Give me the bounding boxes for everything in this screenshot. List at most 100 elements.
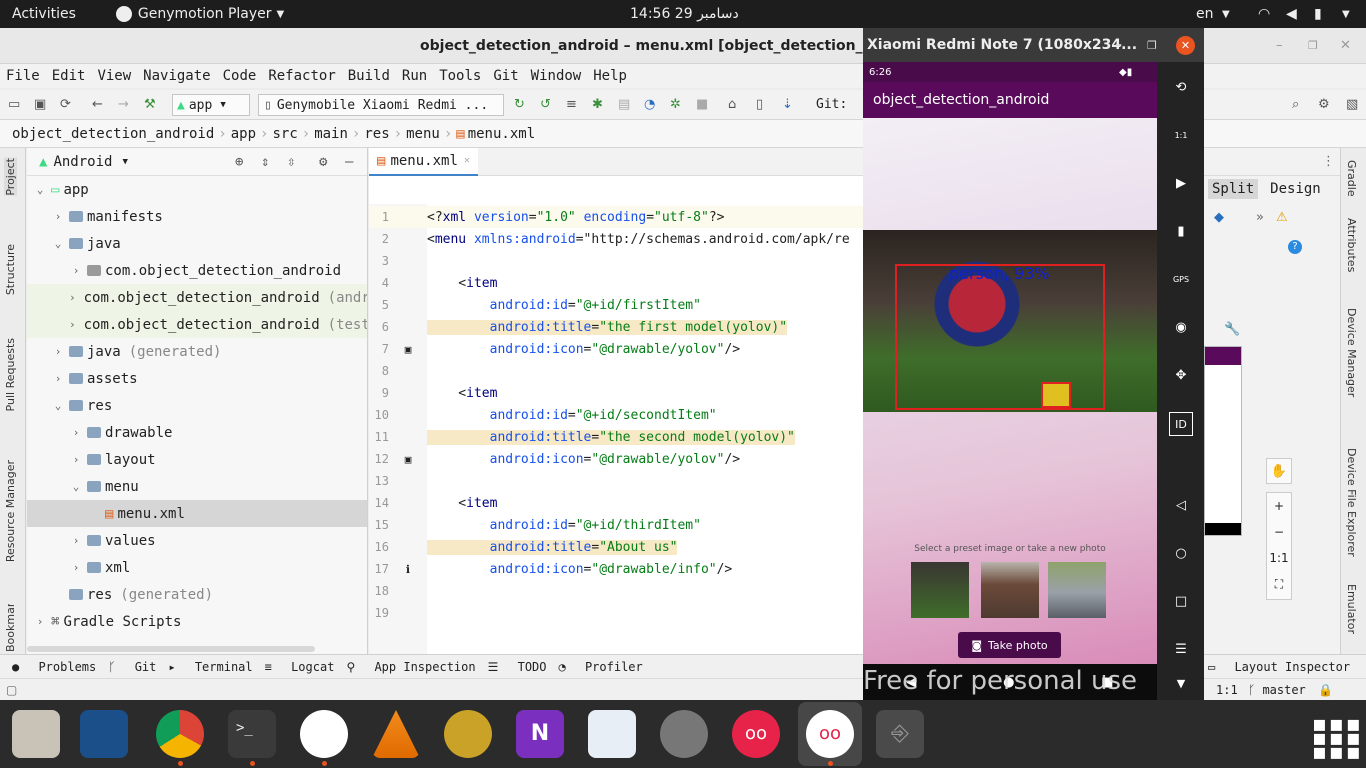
tree-item[interactable]: › xml (27, 554, 367, 581)
code-line[interactable]: 16 android:title="About us" (369, 536, 863, 558)
preset-image-3[interactable] (1048, 562, 1106, 618)
tree-item[interactable]: › com.object_detection_android (andr (27, 284, 367, 311)
language-indicator[interactable]: en (1196, 6, 1214, 22)
menu-git[interactable]: Git (493, 68, 518, 84)
genymotion-icon[interactable]: oo (732, 710, 780, 758)
tool-git[interactable]: ᚴ Git (108, 660, 156, 674)
tree-item[interactable]: ⌄ java (27, 230, 367, 257)
zoom-out-icon[interactable]: − (1267, 519, 1291, 545)
show-apps-icon[interactable]: ▪▪▪ ▪▪▪ ▪▪▪ (1312, 714, 1361, 764)
code-line[interactable]: 13 (369, 470, 863, 492)
tool-terminal[interactable]: ▸ Terminal (168, 660, 252, 674)
status-toggle-icon[interactable]: ▢ (6, 683, 17, 697)
horizontal-scrollbar[interactable] (27, 646, 315, 652)
chevron-down-icon[interactable]: ⌄ (33, 183, 47, 196)
code-area[interactable]: 1 <?xml version="1.0" encoding="utf-8"?> 2… (369, 206, 863, 624)
tree-item[interactable]: ▤ menu.xml (27, 500, 367, 527)
tree-item[interactable]: › java (generated) (27, 338, 367, 365)
tool-todo[interactable]: ☰ TODO (488, 660, 547, 674)
project-view-select[interactable]: Android (53, 154, 112, 170)
more-icon[interactable]: ⋮ (1322, 154, 1335, 169)
home-icon[interactable]: ○ (1169, 542, 1193, 566)
code-line[interactable]: 9 <item (369, 382, 863, 404)
status-zoom[interactable]: 1:1 (1216, 683, 1238, 697)
tool-app-inspection[interactable]: ⚲ App Inspection (346, 660, 475, 674)
usb-icon[interactable]: ⎆ (876, 710, 924, 758)
tool-tab-device-manager[interactable]: Device Manager (1345, 308, 1358, 438)
locate-icon[interactable]: ⊕ (235, 154, 243, 170)
pan-tool-button[interactable]: ✋ (1266, 458, 1292, 484)
chevron-right-icon[interactable]: › (51, 210, 65, 223)
tab-menu-xml[interactable]: ▤ menu.xml ✕ (369, 147, 478, 176)
open-icon[interactable]: ▭ (8, 97, 20, 112)
settings-icon[interactable] (660, 710, 708, 758)
code-line[interactable]: 12 ▣ android:icon="@drawable/yolov"/> (369, 448, 863, 470)
chevron-right-icon[interactable]: › (69, 561, 83, 574)
menu-edit[interactable]: Edit (52, 68, 86, 84)
menu-build[interactable]: Build (348, 68, 390, 84)
help-icon[interactable]: ? (1288, 240, 1302, 254)
status-branch[interactable]: ᚴ master (1248, 683, 1306, 697)
apply-changes-icon[interactable]: ↺ (540, 97, 551, 112)
fit-screen-icon[interactable]: ⛶ (1267, 571, 1291, 597)
debug-icon[interactable]: ✱ (592, 97, 603, 112)
back-icon[interactable]: ◁ (1169, 494, 1193, 518)
close-icon[interactable]: ✕ (1340, 38, 1351, 53)
breadcrumb-project[interactable]: object_detection_android (12, 126, 214, 142)
tool-tab-project[interactable]: Project (4, 158, 17, 196)
screen-record-icon[interactable]: ▶ (1169, 172, 1193, 196)
menu-help[interactable]: Help (593, 68, 627, 84)
device-manager-icon[interactable]: ⌂ (728, 97, 736, 112)
code-line[interactable]: 7 ▣ android:icon="@drawable/yolov"/> (369, 338, 863, 360)
zoom-reset-label[interactable]: 1:1 (1267, 545, 1291, 571)
tree-item[interactable]: › layout (27, 446, 367, 473)
tool-problems[interactable]: ● Problems (12, 660, 96, 674)
menu-window[interactable]: Window (531, 68, 582, 84)
close-icon[interactable]: ✕ (1176, 36, 1195, 55)
device-id-widget-icon[interactable]: ID (1169, 412, 1193, 436)
tree-item[interactable]: › drawable (27, 419, 367, 446)
take-photo-button[interactable]: ◙ Take photo (958, 632, 1061, 658)
battery-icon[interactable]: ▮ (1314, 6, 1322, 22)
code-line[interactable]: 17 ℹ android:icon="@drawable/info"/> (369, 558, 863, 580)
breadcrumb-res[interactable]: res (364, 126, 389, 142)
rhythmbox-icon[interactable] (444, 710, 492, 758)
tree-item[interactable]: ⌄ menu (27, 473, 367, 500)
gear-icon[interactable]: ⚙ (319, 154, 327, 170)
minimize-icon[interactable]: – (1115, 37, 1122, 53)
minimize-icon[interactable]: – (1276, 38, 1283, 53)
sync-icon[interactable]: ⟳ (60, 97, 71, 112)
chevron-right-icon[interactable]: › (51, 372, 65, 385)
maximize-icon[interactable]: ❐ (1308, 39, 1318, 52)
tool-tab-device-file-explorer[interactable]: Device File Explorer (1345, 448, 1358, 578)
genymotion-player-icon[interactable]: oo (806, 710, 854, 758)
breadcrumb-main[interactable]: main (314, 126, 348, 142)
menu-run[interactable]: Run (402, 68, 427, 84)
expand-toolbar-icon[interactable]: ▼ (1169, 672, 1193, 696)
attach-debugger-icon[interactable]: ✲ (670, 97, 681, 112)
vlc-icon[interactable] (372, 710, 420, 758)
tool-tab-resource-manager[interactable]: Resource Manager (4, 460, 17, 562)
zoom-in-icon[interactable]: + (1267, 493, 1291, 519)
code-line[interactable]: 10 android:id="@+id/secondtItem" (369, 404, 863, 426)
chevron-down-icon[interactable]: ⌄ (51, 237, 65, 250)
tool-tab-pull-requests[interactable]: Pull Requests (4, 338, 17, 411)
tree-item[interactable]: › manifests (27, 203, 367, 230)
run-list-icon[interactable]: ≡ (566, 97, 577, 112)
code-line[interactable]: 3 (369, 250, 863, 272)
menu-tools[interactable]: Tools (439, 68, 481, 84)
back-icon[interactable]: ← (92, 97, 103, 112)
gear-icon[interactable]: ⚙ (1318, 97, 1330, 112)
wifi-icon[interactable]: ◠ (1258, 6, 1270, 22)
battery-widget-icon[interactable]: ▮ (1169, 220, 1193, 244)
chevron-right-icon[interactable]: › (69, 426, 83, 439)
tree-item[interactable]: › ⌘ Gradle Scripts (27, 608, 367, 635)
code-line[interactable]: 2 <menu xmlns:android="http://schemas.and… (369, 228, 863, 250)
tool-tab-bookmarks[interactable]: Bookmarks (4, 604, 17, 652)
chevron-down-icon[interactable]: ▼ (122, 157, 127, 167)
clock[interactable]: 14:56 29 دسامبر (630, 6, 739, 22)
build-hammer-icon[interactable]: ⚒ (144, 97, 156, 112)
tool-tab-emulator[interactable]: Emulator (1345, 584, 1358, 648)
menu-view[interactable]: View (97, 68, 131, 84)
layers-icon[interactable]: ◆ (1214, 210, 1224, 225)
